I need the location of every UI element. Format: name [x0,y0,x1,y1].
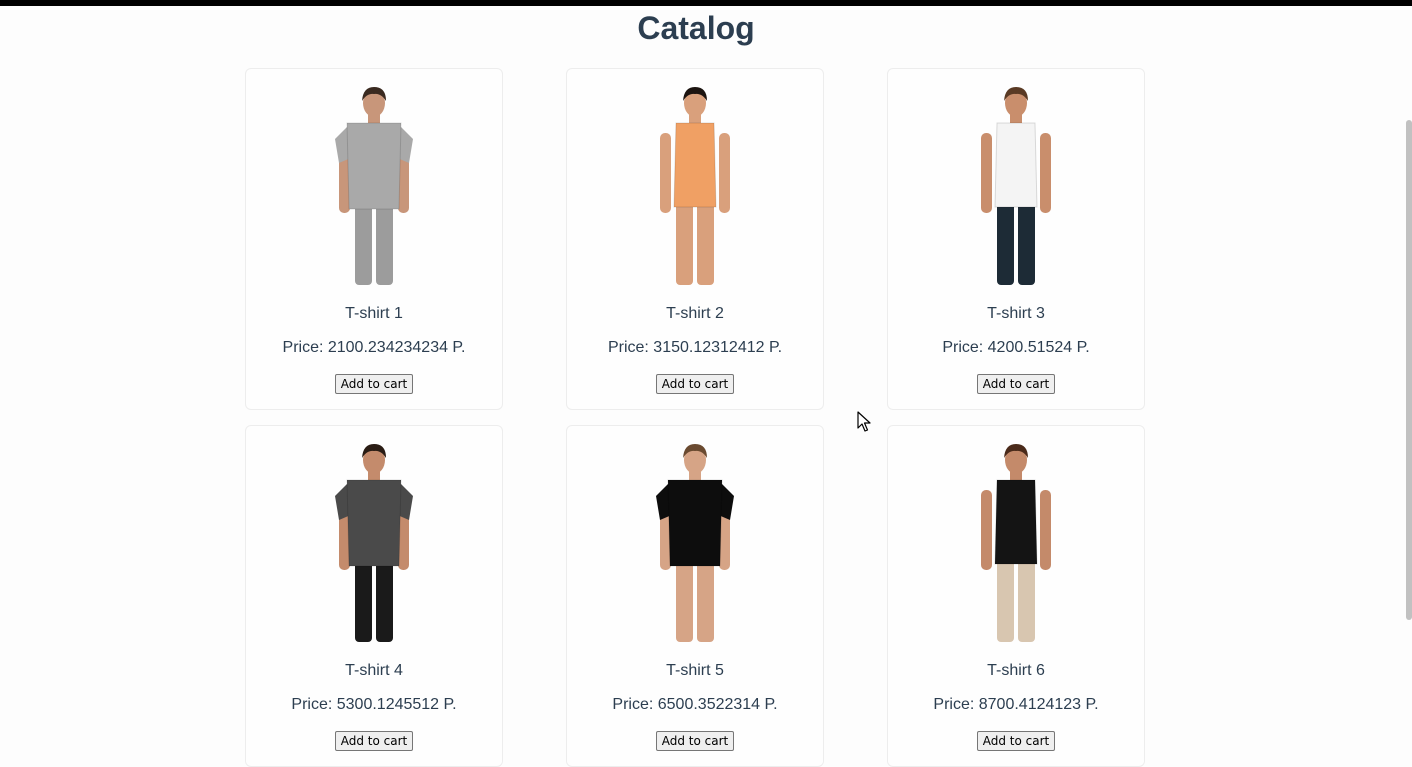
figure-torso [346,122,402,210]
product-figure-man-dark-gray-tshirt [335,444,413,642]
product-photo [319,85,429,285]
figure-leg [697,203,714,285]
add-to-cart-button[interactable]: Add to cart [976,731,1056,751]
product-price: Price: 4200.51524 P. [942,339,1090,356]
product-name: T-shirt 4 [345,662,403,679]
page-scrollbar[interactable] [1406,120,1412,620]
product-figure-woman-white-tank-top [981,87,1051,285]
figure-arm [660,133,671,213]
product-grid: T-shirt 1 Price: 2100.234234234 P. Add t… [245,68,1147,767]
figure-torso [994,122,1038,208]
product-price: Price: 8700.4124123 P. [933,696,1099,713]
product-name: T-shirt 6 [987,662,1045,679]
product-figure-man-gray-vneck-tshirt [335,87,413,285]
figure-leg [997,560,1014,642]
product-card: T-shirt 3 Price: 4200.51524 P. Add to ca… [887,68,1145,410]
product-photo [961,442,1071,642]
product-card: T-shirt 5 Price: 6500.3522314 P. Add to … [566,425,824,767]
product-figure-woman-black-sleeveless-top [981,444,1051,642]
add-to-cart-button[interactable]: Add to cart [334,731,414,751]
add-to-cart-button[interactable]: Add to cart [655,374,735,394]
product-name: T-shirt 2 [666,305,724,322]
figure-leg [376,203,393,285]
product-card: T-shirt 2 Price: 3150.12312412 P. Add to… [566,68,824,410]
page-title: Catalog [637,10,755,46]
mouse-cursor-icon [857,411,871,432]
figure-arm [981,490,992,570]
product-price: Price: 2100.234234234 P. [282,339,466,356]
product-card: T-shirt 6 Price: 8700.4124123 P. Add to … [887,425,1145,767]
product-photo [640,442,750,642]
figure-torso [994,479,1038,565]
figure-leg [1018,560,1035,642]
add-to-cart-button[interactable]: Add to cart [976,374,1056,394]
figure-arm [719,133,730,213]
figure-leg [676,560,693,642]
figure-leg [997,203,1014,285]
product-price: Price: 5300.1245512 P. [291,696,457,713]
product-photo [319,442,429,642]
figure-arm [1040,490,1051,570]
figure-arm [981,133,992,213]
browser-top-bar [0,0,1412,6]
product-card: T-shirt 4 Price: 5300.1245512 P. Add to … [245,425,503,767]
figure-torso [673,122,717,208]
figure-leg [676,203,693,285]
figure-torso [346,479,402,567]
product-card: T-shirt 1 Price: 2100.234234234 P. Add t… [245,68,503,410]
product-photo [961,85,1071,285]
product-figure-woman-orange-swimsuit [660,87,730,285]
product-photo [640,85,750,285]
product-figure-woman-black-tshirt [656,444,734,642]
add-to-cart-button[interactable]: Add to cart [655,731,735,751]
figure-leg [1018,203,1035,285]
figure-leg [355,203,372,285]
product-price: Price: 3150.12312412 P. [607,339,783,356]
figure-leg [697,560,714,642]
figure-torso [667,479,723,567]
product-name: T-shirt 3 [987,305,1045,322]
product-name: T-shirt 1 [345,305,403,322]
product-name: T-shirt 5 [666,662,724,679]
figure-leg [376,560,393,642]
figure-leg [355,560,372,642]
add-to-cart-button[interactable]: Add to cart [334,374,414,394]
product-price: Price: 6500.3522314 P. [612,696,778,713]
figure-arm [1040,133,1051,213]
